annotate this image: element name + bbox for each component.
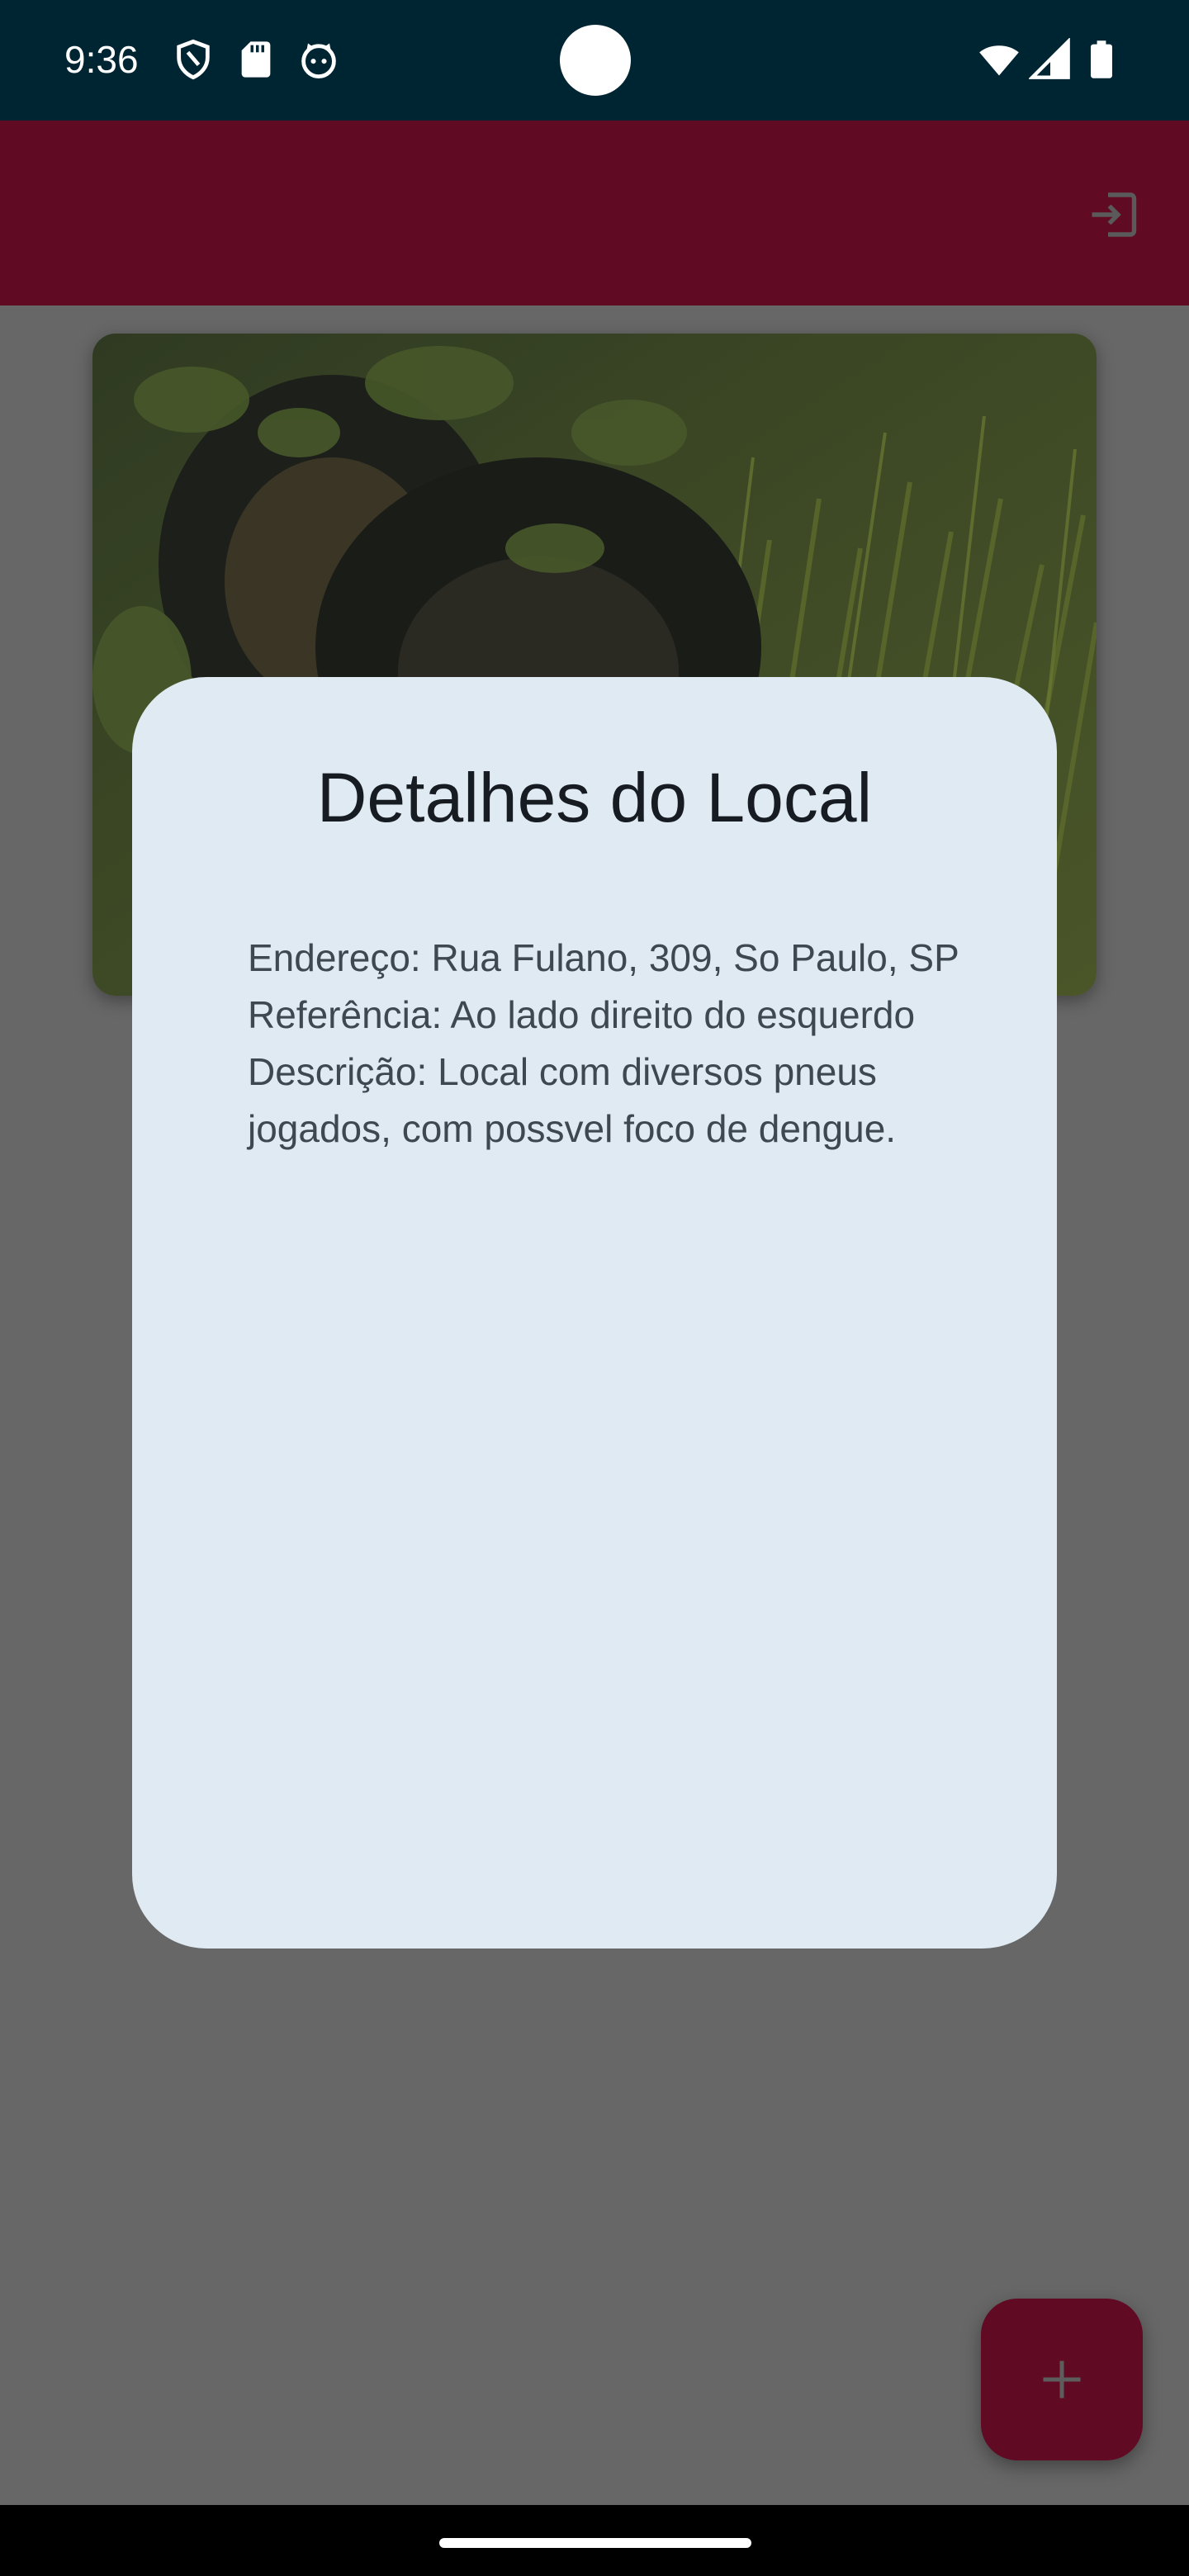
plus-icon xyxy=(1043,2361,1081,2398)
cat-icon xyxy=(301,43,336,78)
shield-icon xyxy=(177,39,210,80)
sd-card-icon xyxy=(241,41,271,78)
description-text: Descrição: Local com diversos pneus joga… xyxy=(248,1050,897,1150)
signal-icon xyxy=(1029,38,1070,79)
add-location-button[interactable] xyxy=(981,2299,1143,2460)
address-text: Endereço: Rua Fulano, 309, So Paulo, SP xyxy=(248,936,959,979)
logout-icon xyxy=(1092,192,1137,237)
status-bar: 9:36 xyxy=(0,0,1189,121)
navigation-bar xyxy=(0,2505,1189,2576)
location-details-dialog: Detalhes do Local Endereço: Rua Fulano, … xyxy=(132,677,1057,1949)
status-time: 9:36 xyxy=(64,38,139,81)
dialog-title: Detalhes do Local xyxy=(316,759,873,836)
dialog-body: Endereço: Rua Fulano, 309, So Paulo, SP … xyxy=(248,930,974,1158)
home-indicator[interactable] xyxy=(439,2538,751,2548)
wifi-icon xyxy=(979,45,1019,76)
camera-cutout xyxy=(560,25,631,96)
logout-button[interactable] xyxy=(1082,183,1144,246)
battery-icon xyxy=(1091,40,1112,78)
reference-text: Referência: Ao lado direito do esquerdo xyxy=(248,993,916,1036)
app-bar xyxy=(0,121,1189,305)
